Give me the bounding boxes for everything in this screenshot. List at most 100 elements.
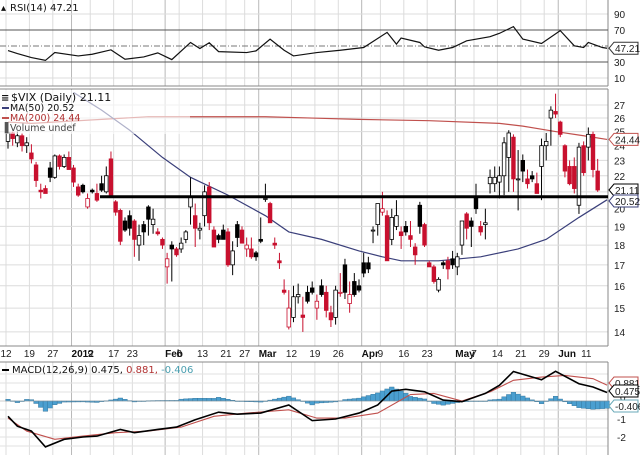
candlestick [244, 237, 249, 257]
candlestick [263, 183, 268, 202]
candle-body [85, 198, 90, 208]
macd-histogram-bar [436, 400, 442, 405]
candlestick [211, 226, 217, 248]
macd-legend-prefix: MACD(12,26,9) 0.475, [12, 365, 126, 376]
date-tick-label: 27 [239, 349, 251, 360]
rsi-line [7, 25, 608, 62]
candlestick [459, 220, 465, 255]
date-tick-label: Apr [362, 349, 379, 360]
macd-histogram-bar [445, 400, 451, 405]
macd-histogram-bar [47, 400, 53, 409]
macd-histogram-bar [351, 398, 357, 402]
macd-histogram-bar [290, 397, 297, 402]
candle-body [43, 188, 48, 194]
date-tick-label: 23 [422, 349, 434, 360]
candlestick [333, 285, 338, 325]
macd-histogram-bar [202, 398, 208, 402]
candlestick [548, 106, 554, 146]
date-tick-label: 6 [176, 349, 182, 360]
candlestick [272, 237, 277, 249]
candlestick [104, 166, 109, 194]
candle-body [197, 227, 203, 231]
macd-histogram-bar [576, 400, 582, 408]
candlestick [216, 233, 221, 244]
macd-histogram-bar [276, 397, 282, 402]
candlestick [38, 183, 43, 199]
candlestick [450, 250, 455, 269]
candle-body [361, 262, 366, 274]
price-axis-label: 23 [614, 156, 626, 167]
rsi-axis-label: 30 [614, 58, 626, 69]
price-axis-label: 27 [614, 101, 626, 112]
candle-body [132, 220, 137, 240]
candlestick [183, 230, 189, 244]
candle-body [309, 287, 315, 293]
price-axis-label: 18 [614, 241, 626, 252]
price-axis-label: 26 [614, 114, 626, 125]
candlestick [506, 130, 511, 192]
candlestick [473, 183, 479, 214]
candlestick [52, 154, 57, 179]
candlestick [501, 137, 507, 196]
macd-histogram-bar [309, 400, 315, 406]
date-tick-label: 12 [0, 349, 12, 360]
candlestick [136, 224, 142, 261]
macd-histogram-bar [548, 398, 554, 402]
candlestick [586, 127, 591, 161]
macd-histogram-bar [553, 396, 559, 402]
macd-histogram-bar [506, 394, 512, 402]
candlestick [207, 182, 212, 231]
candle-body [211, 229, 217, 248]
date-tick-label: Jun [558, 349, 576, 360]
candle-body [113, 201, 118, 213]
candle-body [38, 189, 43, 193]
candle-body [464, 213, 469, 229]
candle-body [76, 186, 81, 196]
macd-last-value-tag-text: 0.475 [615, 387, 640, 398]
macd-histogram-bar [417, 397, 423, 402]
macd-histogram-bar [538, 400, 545, 404]
date-tick-label: 11 [581, 349, 592, 360]
candle-body [529, 175, 535, 180]
price-axis-label: 15 [614, 304, 626, 315]
candle-body [127, 215, 132, 229]
candlestick [544, 132, 549, 161]
candlestick [567, 160, 572, 186]
candle-body [403, 226, 408, 233]
ma200-last-value-tag: 24.44 [608, 132, 640, 146]
histogram-last-value-tag: -0.406 [608, 399, 640, 413]
candle-body [534, 183, 540, 194]
candle-body [80, 184, 86, 193]
candle-body [160, 238, 165, 246]
macd-histogram-bar [370, 394, 376, 402]
date-tick-label: 21 [515, 349, 527, 360]
candle-body [281, 289, 287, 293]
candlestick [361, 252, 366, 278]
macd-histogram-bar [52, 400, 58, 405]
candlestick [160, 237, 165, 249]
price-axis-label: 19 [614, 222, 626, 233]
macd-legend: MACD(12,26,9) 0.475, 0.881, -0.406 [2, 365, 193, 376]
date-tick-label: Mar [259, 349, 277, 360]
candle-body [366, 262, 371, 270]
macd-legend-signal: 0.881, [126, 365, 161, 376]
ma50-last-value-tag: 20.52 [608, 194, 640, 208]
macd-histogram-bar [501, 396, 507, 402]
candlestick [412, 243, 418, 265]
candlestick [150, 208, 156, 234]
candlestick [422, 222, 427, 248]
candlestick [370, 226, 376, 244]
macd-histogram-bar [440, 400, 446, 406]
candle-body [483, 222, 488, 225]
candlestick [492, 166, 497, 192]
candlestick [291, 285, 296, 323]
candlestick [455, 252, 460, 276]
macd-legend-hist: -0.406 [161, 365, 193, 376]
candle-body [29, 152, 34, 160]
macd-histogram-bar [412, 397, 418, 402]
candlestick [464, 212, 469, 240]
rsi-legend-icon: ▴ [1, 3, 6, 14]
macd-histogram-bar [365, 395, 371, 402]
candle-body [394, 215, 399, 227]
date-tick-label: 29 [539, 349, 551, 360]
